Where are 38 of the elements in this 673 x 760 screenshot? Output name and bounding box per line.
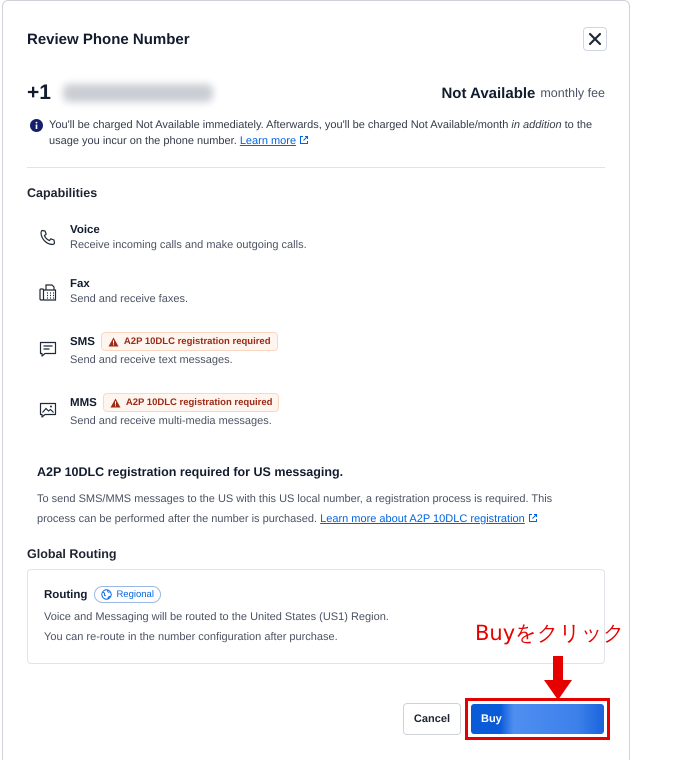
info-icon <box>30 119 43 132</box>
cancel-button[interactable]: Cancel <box>402 703 461 735</box>
country-code: +1 <box>27 81 51 105</box>
capability-name: Voice <box>70 224 100 236</box>
external-link-icon <box>299 135 310 145</box>
image-message-icon <box>38 400 58 420</box>
section-heading: Capabilities <box>27 186 98 200</box>
capability-description: Receive incoming calls and make outgoing calls. <box>70 239 307 251</box>
a2p-heading: A2P 10DLC registration required for US messaging. <box>37 465 344 479</box>
dialog-title: Review Phone Number <box>27 30 190 48</box>
phone-icon <box>38 228 58 248</box>
regional-tag: Regional <box>94 586 161 603</box>
fee-amount: Not Available <box>441 84 536 102</box>
buy-button[interactable]: Buy <box>471 704 604 734</box>
annotation-text: Buyをクリック <box>475 620 626 647</box>
fee-unit: monthly fee <box>540 86 605 100</box>
routing-title: Routing <box>44 588 88 600</box>
chat-icon <box>38 339 58 359</box>
routing-text: Voice and Messaging will be routed to the United States (US1) Region. <box>44 611 389 623</box>
close-icon <box>588 32 602 46</box>
learn-more-link[interactable]: Learn more <box>240 135 310 147</box>
capability-description: Send and receive text messages. <box>70 354 234 366</box>
capability-description: Send and receive faxes. <box>70 293 188 305</box>
capability-name: SMS <box>70 336 95 348</box>
warning-badge: A2P 10DLC registration required <box>100 332 278 351</box>
routing-text: You can re-route in the number configuration after purchase. <box>44 631 338 643</box>
charge-notice: You'll be charged Not Available immediately. Afterwards, you'll be charged Not Available/month in addition to the usage you incur on the phone number. Learn more <box>49 118 594 149</box>
close-button[interactable] <box>583 27 607 51</box>
capability-name: MMS <box>70 396 97 408</box>
fax-icon <box>38 282 58 302</box>
globe-icon <box>101 589 112 600</box>
warning-badge: A2P 10DLC registration required <box>102 393 280 412</box>
a2p-description: To send SMS/MMS messages to the US with this US local number, a registration process is required. This process can be performed after the number is purchased. Learn more about A2P 10DLC registration <box>37 492 554 527</box>
a2p-learn-more-link[interactable]: Learn more about A2P 10DLC registration <box>320 513 538 525</box>
capability-description: Send and receive multi-media messages. <box>70 415 273 427</box>
capability-name: Fax <box>70 278 90 290</box>
section-heading: Global Routing <box>27 547 118 561</box>
external-link-icon <box>528 513 538 523</box>
